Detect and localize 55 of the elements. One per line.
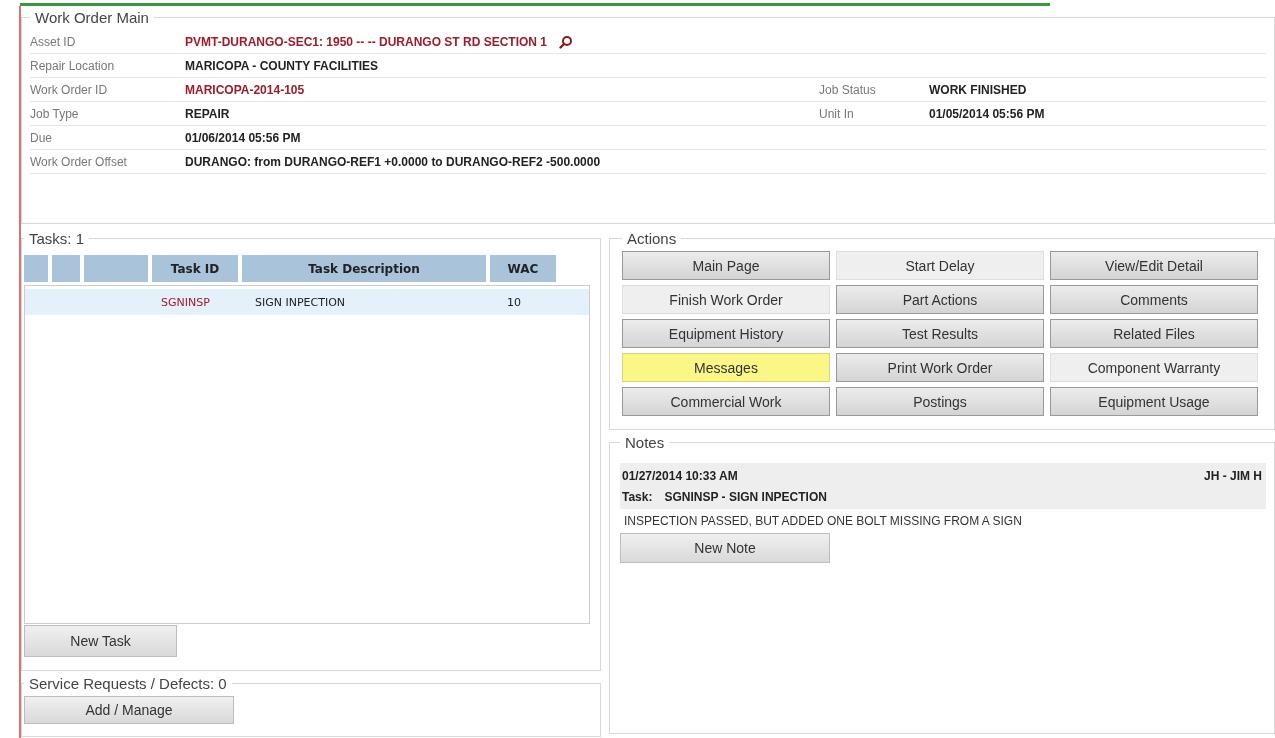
action-button[interactable]: Commercial Work: [622, 387, 830, 416]
field-value: 01/05/2014 05:56 PM: [929, 106, 1045, 121]
field-label: Unit In: [819, 106, 855, 121]
field-value: 01/06/2014 05:56 PM: [185, 130, 301, 145]
action-button[interactable]: Finish Work Order: [622, 285, 830, 314]
action-button[interactable]: Postings: [836, 387, 1044, 416]
field-label: Due: [30, 130, 53, 145]
panel-title: Notes: [624, 434, 666, 451]
action-button[interactable]: Part Actions: [836, 285, 1044, 314]
task-id-link[interactable]: SGNINSP: [157, 295, 247, 309]
action-button[interactable]: Test Results: [836, 319, 1044, 348]
panel-title: Tasks: 1: [28, 230, 86, 247]
add-manage-button[interactable]: Add / Manage: [24, 696, 234, 724]
action-button[interactable]: Messages: [622, 353, 830, 382]
note-task: SGNINSP - SIGN INPECTION: [664, 490, 827, 504]
field-link[interactable]: MARICOPA-2014-105: [185, 82, 305, 97]
panel-title: Service Requests / Defects: 0: [28, 675, 228, 692]
column-header: Task Description: [242, 255, 486, 282]
note-date: 01/27/2014 10:33 AM: [622, 469, 738, 483]
action-button[interactable]: Print Work Order: [836, 353, 1044, 382]
action-button[interactable]: View/Edit Detail: [1050, 251, 1258, 280]
task-row[interactable]: SGNINSP SIGN INPECTION 10: [25, 289, 589, 315]
action-button[interactable]: Main Page: [622, 251, 830, 280]
column-header: [84, 255, 148, 282]
field-label: Job Status: [819, 82, 877, 97]
action-button[interactable]: Start Delay: [836, 251, 1044, 280]
column-header: Task ID: [152, 255, 238, 282]
column-header: [24, 255, 48, 282]
action-button[interactable]: Equipment Usage: [1050, 387, 1258, 416]
new-task-button[interactable]: New Task: [24, 625, 177, 657]
field-label: Job Type: [30, 106, 80, 121]
column-header: [52, 255, 80, 282]
field-link[interactable]: PVMT-DURANGO-SEC1: 1950 -- -- DURANGO ST RD SECTION 1: [185, 34, 548, 49]
table-cell-text: SIGN INPECTION: [254, 295, 347, 309]
field-label: Asset ID: [30, 34, 77, 49]
new-note-button[interactable]: New Note: [620, 533, 830, 563]
field-label: Repair Location: [30, 58, 116, 73]
field-value: WORK FINISHED: [929, 82, 1027, 97]
search-icon[interactable]: [559, 34, 574, 49]
field-label: Work Order Offset: [30, 154, 128, 169]
action-button[interactable]: Comments: [1050, 285, 1258, 314]
field-value: REPAIR: [185, 106, 230, 121]
action-button[interactable]: Equipment History: [622, 319, 830, 348]
panel-title: Work Order Main: [34, 9, 150, 26]
action-button[interactable]: Component Warranty: [1050, 353, 1258, 382]
task-label: Task:: [622, 490, 653, 504]
note-author: JH - JIM H: [1204, 469, 1262, 483]
field-label: Work Order ID: [30, 82, 109, 97]
action-button[interactable]: Related Files: [1050, 319, 1258, 348]
field-value: MARICOPA - COUNTY FACILITIES: [185, 58, 379, 73]
note-text: INSPECTION PASSED, BUT ADDED ONE BOLT MISSING FROM A SIGN: [623, 513, 1023, 530]
panel-title: Actions: [626, 230, 678, 247]
field-value: DURANGO: from DURANGO-REF1 +0.0000 to DURANGO-REF2 -500.0000: [185, 154, 601, 169]
table-cell-text: 10: [506, 295, 522, 309]
column-header: WAC: [490, 255, 556, 282]
